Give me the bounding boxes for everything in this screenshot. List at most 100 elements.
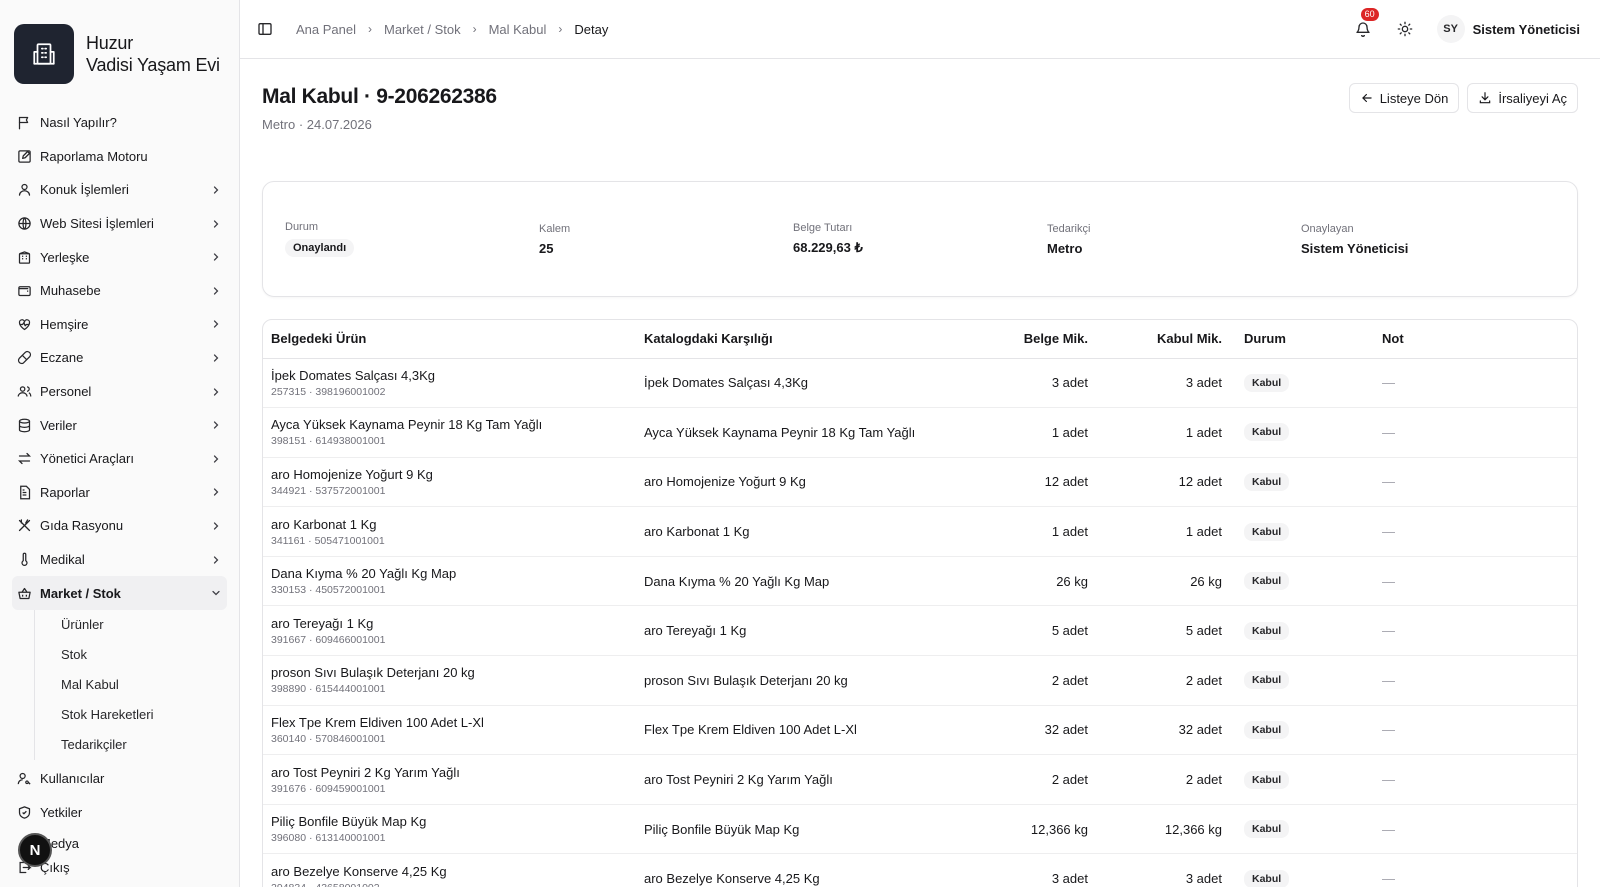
sidebar-item-muhasebe[interactable]: Muhasebe <box>12 274 227 308</box>
sidebar-item-nasil-yapilir[interactable]: Nasıl Yapılır? <box>12 106 227 140</box>
sidebar-item-label: Personel <box>40 384 92 400</box>
chevron-right-icon: › <box>472 22 477 36</box>
product-code: 391667 · 609466001001 <box>271 633 386 646</box>
theme-toggle-sun-icon[interactable] <box>1395 19 1415 39</box>
product-name: aro Karbonat 1 Kg <box>271 516 377 532</box>
notifications-button[interactable]: 60 <box>1353 8 1379 39</box>
user-icon <box>16 182 32 198</box>
table-row[interactable]: aro Bezelye Konserve 4,25 Kg 294834 · 436… <box>263 853 1577 887</box>
table-row[interactable]: proson Sıvı Bulaşık Deterjanı 20 kg 39889… <box>263 655 1577 706</box>
sidebar-item-eczane[interactable]: Eczane <box>12 341 227 375</box>
status-cell: Kabul <box>1230 804 1374 855</box>
catalog-match-cell: Ayca Yüksek Kaynama Peynir 18 Kg Tam Yağ… <box>636 407 936 458</box>
sidebar-item-web-sitesi-islemleri[interactable]: Web Sitesi İşlemleri <box>12 207 227 241</box>
document-product-cell: Dana Kıyma % 20 Yağlı Kg Map 330153 · 450… <box>263 556 636 607</box>
sidebar-item-hemsire[interactable]: Hemşire <box>12 308 227 342</box>
sidebar-item-konuk-islemleri[interactable]: Konuk İşlemleri <box>12 173 227 207</box>
product-code: 398890 · 615444001001 <box>271 683 386 696</box>
document-qty-cell: 32 adet <box>936 705 1096 756</box>
summary-items-value: 25 <box>539 240 554 256</box>
chevron-right-icon <box>209 317 223 331</box>
sidebar-item-yerleske[interactable]: Yerleşke <box>12 240 227 274</box>
breadcrumb-item-ana-panel[interactable]: Ana Panel <box>296 22 356 37</box>
sidebar-item-veriler[interactable]: Veriler <box>12 408 227 442</box>
table-row[interactable]: aro Tereyağı 1 Kg 391667 · 609466001001 ar… <box>263 605 1577 657</box>
floating-action-button[interactable]: N <box>18 833 52 867</box>
table-row[interactable]: Ayca Yüksek Kaynama Peynir 18 Kg Tam Yağ… <box>263 407 1577 458</box>
table-row[interactable]: aro Homojenize Yoğurt 9 Kg 344921 · 53757… <box>263 457 1577 508</box>
sidebar: Huzur Vadisi Yaşam Evi Nasıl Yapılır? Ra… <box>0 0 240 887</box>
product-code: 360140 · 570846001001 <box>271 732 386 745</box>
column-header-document-product[interactable]: Belgedeki Ürün <box>263 320 636 359</box>
chevron-right-icon <box>209 485 223 499</box>
brand[interactable]: Huzur Vadisi Yaşam Evi <box>0 0 239 90</box>
sidebar-item-raporlama-motoru[interactable]: Raporlama Motoru <box>12 140 227 174</box>
sidebar-item-kullanicilar[interactable]: Kullanıcılar <box>12 762 227 796</box>
sidebar-item-raporlar[interactable]: Raporlar <box>12 476 227 510</box>
table-row[interactable]: Dana Kıyma % 20 Yağlı Kg Map 330153 · 450… <box>263 556 1577 607</box>
chevron-right-icon: › <box>558 22 563 36</box>
sidebar-item-yetkiler[interactable]: Yetkiler <box>12 796 227 830</box>
document-product-cell: Piliç Bonfile Büyük Map Kg 396080 · 61314… <box>263 804 636 855</box>
table-row[interactable]: İpek Domates Salçası 4,3Kg 257315 · 39819… <box>263 358 1577 409</box>
status-cell: Kabul <box>1230 655 1374 706</box>
summary-total-value: 68.229,63 ₺ <box>793 240 863 255</box>
column-header-status[interactable]: Durum <box>1230 320 1374 359</box>
subnav-item-mal-kabul[interactable]: Mal Kabul <box>61 670 227 700</box>
note-value: — <box>1382 821 1395 837</box>
sidebar-toggle-icon[interactable] <box>256 20 274 38</box>
product-name: Dana Kıyma % 20 Yağlı Kg Map <box>271 566 457 582</box>
sidebar-item-yonetici-araclari[interactable]: Yönetici Araçları <box>12 442 227 476</box>
catalog-match-cell: Dana Kıyma % 20 Yağlı Kg Map <box>636 556 936 607</box>
table-row[interactable]: Flex Tpe Krem Eldiven 100 Adet L-Xl 36014… <box>263 705 1577 756</box>
sidebar-item-gida-rasyonu[interactable]: Gıda Rasyonu <box>12 509 227 543</box>
breadcrumb-item-mal-kabul[interactable]: Mal Kabul <box>489 22 547 37</box>
sidebar-item-medikal[interactable]: Medikal <box>12 543 227 577</box>
user-menu[interactable]: SY Sistem Yöneticisi <box>1436 15 1580 43</box>
subnav-item-tedarikciler[interactable]: Tedarikçiler <box>61 730 227 760</box>
topbar: Ana Panel › Market / Stok › Mal Kabul › … <box>240 0 1600 59</box>
table-row[interactable]: aro Tost Peyniri 2 Kg Yarım Yağlı 391676 … <box>263 754 1577 805</box>
bell-icon <box>1355 22 1370 37</box>
document-product-cell: aro Bezelye Konserve 4,25 Kg 294834 · 436… <box>263 853 636 887</box>
database-icon <box>16 417 32 433</box>
brand-name: Huzur Vadisi Yaşam Evi <box>86 32 220 76</box>
document-product-cell: aro Tost Peyniri 2 Kg Yarım Yağlı 391676 … <box>263 754 636 805</box>
table-row[interactable]: Piliç Bonfile Büyük Map Kg 396080 · 61314… <box>263 804 1577 855</box>
note-cell: — <box>1374 358 1577 409</box>
sidebar-item-market-stok[interactable]: Market / Stok <box>12 576 227 610</box>
sidebar-item-personel[interactable]: Personel <box>12 375 227 409</box>
basket-icon <box>16 585 32 601</box>
catalog-match-cell: aro Bezelye Konserve 4,25 Kg <box>636 853 936 887</box>
column-header-accepted-qty[interactable]: Kabul Mik. <box>1096 320 1230 359</box>
sidebar-item-label: Medya <box>40 836 80 852</box>
chevron-right-icon <box>209 385 223 399</box>
chevron-right-icon <box>209 351 223 365</box>
status-badge: Kabul <box>1244 572 1290 591</box>
open-waybill-button[interactable]: İrsaliyeyi Aç <box>1467 83 1578 113</box>
note-value: — <box>1382 424 1395 440</box>
product-code: 294834 · 43658001002 <box>271 882 628 887</box>
status-badge: Kabul <box>1244 621 1290 640</box>
column-header-note[interactable]: Not <box>1374 320 1577 359</box>
back-to-list-button[interactable]: Listeye Dön <box>1348 83 1460 113</box>
subnav-item-stok-hareketleri[interactable]: Stok Hareketleri <box>61 700 227 730</box>
summary-approver-value: Sistem Yöneticisi <box>1301 240 1409 256</box>
column-header-document-qty[interactable]: Belge Mik. <box>936 320 1096 359</box>
subnav-item-stok[interactable]: Stok <box>61 640 227 670</box>
page-actions: Listeye Dön İrsaliyeyi Aç <box>1348 83 1578 113</box>
subnav-item-urunler[interactable]: Ürünler <box>61 610 227 640</box>
table-row[interactable]: aro Karbonat 1 Kg 341161 · 505471001001 ar… <box>263 506 1577 557</box>
note-value: — <box>1382 474 1395 490</box>
accepted-qty-cell: 1 adet <box>1096 506 1230 557</box>
product-name: Flex Tpe Krem Eldiven 100 Adet L-Xl <box>271 714 484 730</box>
status-cell: Kabul <box>1230 358 1374 409</box>
building-icon <box>14 24 74 84</box>
report-icon <box>16 484 32 500</box>
document-product-cell: Flex Tpe Krem Eldiven 100 Adet L-Xl 36014… <box>263 705 636 756</box>
note-cell: — <box>1374 655 1577 706</box>
back-to-list-label: Listeye Dön <box>1379 90 1449 106</box>
summary-status: Durum Onaylandı <box>285 221 539 257</box>
breadcrumb-item-market-stok[interactable]: Market / Stok <box>384 22 461 37</box>
column-header-catalog-match[interactable]: Katalogdaki Karşılığı <box>636 320 936 359</box>
